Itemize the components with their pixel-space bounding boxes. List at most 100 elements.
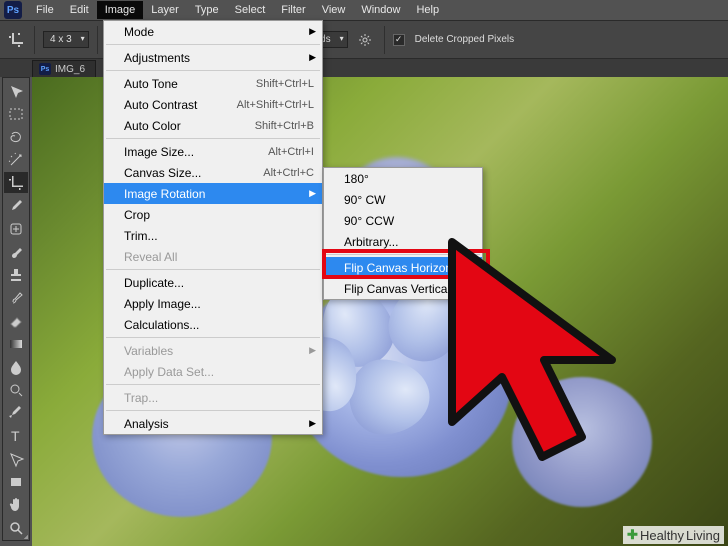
options-gear-icon[interactable] <box>354 29 376 51</box>
history-tool[interactable] <box>4 287 28 308</box>
menu-item-label: Image Size... <box>124 145 238 159</box>
text-tool[interactable]: T <box>4 425 28 446</box>
rotation-menu-90-cw[interactable]: 90° CW <box>324 189 482 210</box>
submenu-arrow-icon: ▶ <box>309 188 316 199</box>
image-menu-auto-contrast[interactable]: Auto ContrastAlt+Shift+Ctrl+L <box>104 94 322 115</box>
menu-item-label: Auto Color <box>124 119 225 133</box>
rotation-menu-flip-canvas-vertical[interactable]: Flip Canvas Vertical <box>324 278 482 299</box>
rotation-menu-arbitrary[interactable]: Arbitrary... <box>324 231 482 252</box>
eyedrop-tool[interactable] <box>4 195 28 216</box>
marquee-tool[interactable] <box>4 103 28 124</box>
menu-shortcut: Alt+Ctrl+I <box>268 146 314 158</box>
menu-help[interactable]: Help <box>408 1 447 19</box>
pen-tool[interactable] <box>4 402 28 423</box>
image-menu-canvas-size[interactable]: Canvas Size... Alt+Ctrl+C <box>104 162 322 183</box>
menu-shortcut: Alt+Shift+Ctrl+L <box>237 99 314 111</box>
image-menu-duplicate[interactable]: Duplicate... <box>104 272 322 293</box>
menu-shortcut: Alt+Ctrl+C <box>263 167 314 179</box>
menu-bar: Ps FileEditImageLayerTypeSelectFilterVie… <box>0 0 728 20</box>
image-menu-reveal-all: Reveal All <box>104 246 322 267</box>
submenu-arrow-icon: ▶ <box>309 26 316 37</box>
crop-tool-icon <box>6 30 26 50</box>
menu-item-label: Trap... <box>124 391 314 405</box>
zoom-tool[interactable] <box>4 517 28 538</box>
gradient-tool[interactable] <box>4 333 28 354</box>
image-rotation-submenu: 180° 90° CW 90° CCW Arbitrary... Flip Canvas… <box>323 167 483 300</box>
blur-tool[interactable] <box>4 356 28 377</box>
image-menu-auto-color[interactable]: Auto Color Shift+Ctrl+B <box>104 115 322 136</box>
document-type-icon: Ps <box>39 63 51 75</box>
image-menu-trap: Trap... <box>104 387 322 408</box>
delete-cropped-checkbox[interactable]: ✓ <box>393 34 405 46</box>
image-menu-image-size[interactable]: Image Size... Alt+Ctrl+I <box>104 141 322 162</box>
image-menu-auto-tone[interactable]: Auto ToneShift+Ctrl+L <box>104 73 322 94</box>
menu-item-label: Analysis <box>124 417 314 431</box>
image-menu-crop[interactable]: Crop <box>104 204 322 225</box>
brush-tool[interactable] <box>4 241 28 262</box>
menu-item-label: 90° CW <box>344 193 474 207</box>
image-menu-image-rotation[interactable]: Image Rotation▶ <box>104 183 322 204</box>
menu-item-label: Duplicate... <box>124 276 314 290</box>
menu-select[interactable]: Select <box>227 1 274 19</box>
rotation-menu-flip-canvas-horizontal[interactable]: Flip Canvas Horizontal <box>324 257 482 278</box>
image-menu-calculations[interactable]: Calculations... <box>104 314 322 335</box>
app-logo-icon: Ps <box>4 1 22 19</box>
menu-item-label: 90° CCW <box>344 214 474 228</box>
lasso-tool[interactable] <box>4 126 28 147</box>
image-menu-apply-data-set: Apply Data Set... <box>104 361 322 382</box>
menu-item-label: Apply Image... <box>124 297 314 311</box>
menu-item-label: Arbitrary... <box>344 235 474 249</box>
menu-item-label: Reveal All <box>124 250 314 264</box>
image-menu-trim[interactable]: Trim... <box>104 225 322 246</box>
menu-shortcut: Shift+Ctrl+B <box>255 120 314 132</box>
menu-item-label: Variables <box>124 344 314 358</box>
aspect-ratio-combo[interactable]: 4 x 3 <box>43 31 89 48</box>
crop-tool[interactable] <box>4 172 28 193</box>
menu-filter[interactable]: Filter <box>273 1 313 19</box>
rect-tool[interactable] <box>4 471 28 492</box>
menu-layer[interactable]: Layer <box>143 1 187 19</box>
submenu-arrow-icon: ▶ <box>309 418 316 429</box>
menu-item-label: 180° <box>344 172 474 186</box>
stamp-tool[interactable] <box>4 264 28 285</box>
watermark-plus-icon: ✚ <box>627 527 638 543</box>
image-menu-dropdown: Mode▶Adjustments▶Auto ToneShift+Ctrl+LAu… <box>103 20 323 435</box>
watermark-brand: Healthy <box>640 528 684 543</box>
path-tool[interactable] <box>4 448 28 469</box>
document-tab[interactable]: Ps IMG_6 <box>32 60 96 77</box>
menu-image[interactable]: Image <box>97 1 144 19</box>
menu-type[interactable]: Type <box>187 1 227 19</box>
image-menu-adjustments[interactable]: Adjustments▶ <box>104 47 322 68</box>
menu-item-label: Trim... <box>124 229 314 243</box>
submenu-arrow-icon: ▶ <box>309 52 316 63</box>
rotation-menu-180[interactable]: 180° <box>324 168 482 189</box>
menu-item-label: Auto Tone <box>124 77 226 91</box>
image-menu-mode[interactable]: Mode▶ <box>104 21 322 42</box>
menu-item-label: Flip Canvas Horizontal <box>344 261 474 275</box>
image-menu-variables: Variables▶ <box>104 340 322 361</box>
menu-item-label: Apply Data Set... <box>124 365 314 379</box>
move-tool[interactable] <box>4 80 28 101</box>
dodge-tool[interactable] <box>4 379 28 400</box>
image-menu-apply-image[interactable]: Apply Image... <box>104 293 322 314</box>
menu-window[interactable]: Window <box>353 1 408 19</box>
menu-item-label: Canvas Size... <box>124 166 233 180</box>
wand-tool[interactable] <box>4 149 28 170</box>
menu-file[interactable]: File <box>28 1 62 19</box>
rotation-menu-90-ccw[interactable]: 90° CCW <box>324 210 482 231</box>
menu-view[interactable]: View <box>314 1 354 19</box>
watermark-sub: Living <box>686 528 720 543</box>
submenu-arrow-icon: ▶ <box>309 345 316 356</box>
image-menu-analysis[interactable]: Analysis▶ <box>104 413 322 434</box>
menu-item-label: Flip Canvas Vertical <box>344 282 474 296</box>
menu-item-label: Image Rotation <box>124 187 314 201</box>
tool-panel: T <box>2 77 30 541</box>
menu-edit[interactable]: Edit <box>62 1 97 19</box>
eraser-tool[interactable] <box>4 310 28 331</box>
heal-tool[interactable] <box>4 218 28 239</box>
menu-item-label: Mode <box>124 25 314 39</box>
hand-tool[interactable] <box>4 494 28 515</box>
delete-cropped-label: Delete Cropped Pixels <box>415 34 515 45</box>
menu-item-label: Calculations... <box>124 318 314 332</box>
menu-item-label: Crop <box>124 208 314 222</box>
